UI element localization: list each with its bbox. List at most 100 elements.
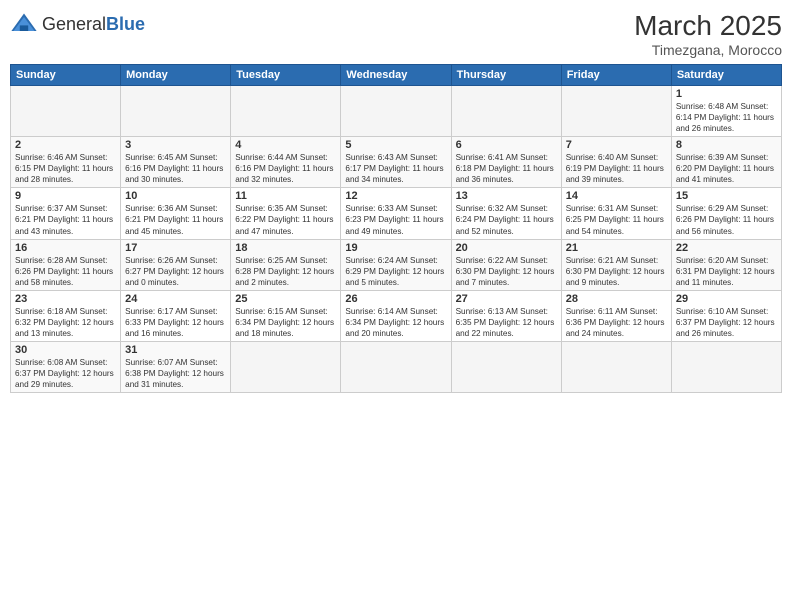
day-number: 24 — [125, 293, 226, 305]
day-info: Sunrise: 6:17 AM Sunset: 6:33 PM Dayligh… — [125, 306, 226, 339]
calendar-week-row: 2Sunrise: 6:46 AM Sunset: 6:15 PM Daylig… — [11, 137, 782, 188]
day-number: 14 — [566, 190, 667, 202]
calendar-cell: 3Sunrise: 6:45 AM Sunset: 6:16 PM Daylig… — [121, 137, 231, 188]
day-info: Sunrise: 6:29 AM Sunset: 6:26 PM Dayligh… — [676, 203, 777, 236]
day-info: Sunrise: 6:18 AM Sunset: 6:32 PM Dayligh… — [15, 306, 116, 339]
calendar-cell: 6Sunrise: 6:41 AM Sunset: 6:18 PM Daylig… — [451, 137, 561, 188]
day-number: 30 — [15, 344, 116, 356]
calendar-cell — [231, 86, 341, 137]
day-info: Sunrise: 6:32 AM Sunset: 6:24 PM Dayligh… — [456, 203, 557, 236]
calendar-cell: 11Sunrise: 6:35 AM Sunset: 6:22 PM Dayli… — [231, 188, 341, 239]
day-number: 26 — [345, 293, 446, 305]
header-wednesday: Wednesday — [341, 65, 451, 86]
day-number: 9 — [15, 190, 116, 202]
calendar-cell: 14Sunrise: 6:31 AM Sunset: 6:25 PM Dayli… — [561, 188, 671, 239]
subtitle: Timezgana, Morocco — [634, 42, 782, 58]
calendar-cell: 5Sunrise: 6:43 AM Sunset: 6:17 PM Daylig… — [341, 137, 451, 188]
calendar-week-row: 1Sunrise: 6:48 AM Sunset: 6:14 PM Daylig… — [11, 86, 782, 137]
header-saturday: Saturday — [671, 65, 781, 86]
calendar-cell: 31Sunrise: 6:07 AM Sunset: 6:38 PM Dayli… — [121, 341, 231, 392]
day-info: Sunrise: 6:13 AM Sunset: 6:35 PM Dayligh… — [456, 306, 557, 339]
weekday-header-row: Sunday Monday Tuesday Wednesday Thursday… — [11, 65, 782, 86]
calendar-cell: 22Sunrise: 6:20 AM Sunset: 6:31 PM Dayli… — [671, 239, 781, 290]
day-number: 15 — [676, 190, 777, 202]
day-info: Sunrise: 6:08 AM Sunset: 6:37 PM Dayligh… — [15, 357, 116, 390]
day-info: Sunrise: 6:14 AM Sunset: 6:34 PM Dayligh… — [345, 306, 446, 339]
header-monday: Monday — [121, 65, 231, 86]
calendar-week-row: 30Sunrise: 6:08 AM Sunset: 6:37 PM Dayli… — [11, 341, 782, 392]
day-info: Sunrise: 6:07 AM Sunset: 6:38 PM Dayligh… — [125, 357, 226, 390]
calendar-cell: 12Sunrise: 6:33 AM Sunset: 6:23 PM Dayli… — [341, 188, 451, 239]
day-number: 16 — [15, 242, 116, 254]
day-info: Sunrise: 6:21 AM Sunset: 6:30 PM Dayligh… — [566, 255, 667, 288]
calendar-cell — [121, 86, 231, 137]
header-friday: Friday — [561, 65, 671, 86]
calendar-cell: 17Sunrise: 6:26 AM Sunset: 6:27 PM Dayli… — [121, 239, 231, 290]
calendar-cell — [561, 341, 671, 392]
day-number: 29 — [676, 293, 777, 305]
day-number: 12 — [345, 190, 446, 202]
header-tuesday: Tuesday — [231, 65, 341, 86]
day-info: Sunrise: 6:10 AM Sunset: 6:37 PM Dayligh… — [676, 306, 777, 339]
day-info: Sunrise: 6:41 AM Sunset: 6:18 PM Dayligh… — [456, 152, 557, 185]
day-number: 27 — [456, 293, 557, 305]
calendar-week-row: 23Sunrise: 6:18 AM Sunset: 6:32 PM Dayli… — [11, 290, 782, 341]
day-number: 31 — [125, 344, 226, 356]
day-info: Sunrise: 6:45 AM Sunset: 6:16 PM Dayligh… — [125, 152, 226, 185]
day-info: Sunrise: 6:33 AM Sunset: 6:23 PM Dayligh… — [345, 203, 446, 236]
day-number: 2 — [15, 139, 116, 151]
calendar-cell: 24Sunrise: 6:17 AM Sunset: 6:33 PM Dayli… — [121, 290, 231, 341]
calendar-cell — [671, 341, 781, 392]
day-info: Sunrise: 6:28 AM Sunset: 6:26 PM Dayligh… — [15, 255, 116, 288]
day-info: Sunrise: 6:48 AM Sunset: 6:14 PM Dayligh… — [676, 101, 777, 134]
day-number: 6 — [456, 139, 557, 151]
day-number: 7 — [566, 139, 667, 151]
day-number: 22 — [676, 242, 777, 254]
calendar-cell: 21Sunrise: 6:21 AM Sunset: 6:30 PM Dayli… — [561, 239, 671, 290]
calendar-cell — [561, 86, 671, 137]
calendar-cell: 19Sunrise: 6:24 AM Sunset: 6:29 PM Dayli… — [341, 239, 451, 290]
day-number: 18 — [235, 242, 336, 254]
calendar-cell: 28Sunrise: 6:11 AM Sunset: 6:36 PM Dayli… — [561, 290, 671, 341]
day-info: Sunrise: 6:37 AM Sunset: 6:21 PM Dayligh… — [15, 203, 116, 236]
day-number: 19 — [345, 242, 446, 254]
day-info: Sunrise: 6:31 AM Sunset: 6:25 PM Dayligh… — [566, 203, 667, 236]
day-number: 8 — [676, 139, 777, 151]
day-info: Sunrise: 6:11 AM Sunset: 6:36 PM Dayligh… — [566, 306, 667, 339]
day-info: Sunrise: 6:44 AM Sunset: 6:16 PM Dayligh… — [235, 152, 336, 185]
day-number: 10 — [125, 190, 226, 202]
calendar-week-row: 9Sunrise: 6:37 AM Sunset: 6:21 PM Daylig… — [11, 188, 782, 239]
day-number: 17 — [125, 242, 226, 254]
calendar-cell: 7Sunrise: 6:40 AM Sunset: 6:19 PM Daylig… — [561, 137, 671, 188]
calendar-cell: 16Sunrise: 6:28 AM Sunset: 6:26 PM Dayli… — [11, 239, 121, 290]
calendar-cell — [341, 86, 451, 137]
header: GeneralBlue March 2025 Timezgana, Morocc… — [10, 10, 782, 58]
calendar-cell: 1Sunrise: 6:48 AM Sunset: 6:14 PM Daylig… — [671, 86, 781, 137]
calendar-table: Sunday Monday Tuesday Wednesday Thursday… — [10, 64, 782, 393]
header-thursday: Thursday — [451, 65, 561, 86]
calendar-cell: 13Sunrise: 6:32 AM Sunset: 6:24 PM Dayli… — [451, 188, 561, 239]
logo-text: GeneralBlue — [42, 14, 145, 35]
logo-icon — [10, 10, 38, 38]
calendar-cell: 18Sunrise: 6:25 AM Sunset: 6:28 PM Dayli… — [231, 239, 341, 290]
day-number: 3 — [125, 139, 226, 151]
calendar-cell — [11, 86, 121, 137]
day-number: 23 — [15, 293, 116, 305]
calendar-week-row: 16Sunrise: 6:28 AM Sunset: 6:26 PM Dayli… — [11, 239, 782, 290]
day-info: Sunrise: 6:20 AM Sunset: 6:31 PM Dayligh… — [676, 255, 777, 288]
calendar-cell — [451, 86, 561, 137]
day-number: 4 — [235, 139, 336, 151]
calendar-cell: 15Sunrise: 6:29 AM Sunset: 6:26 PM Dayli… — [671, 188, 781, 239]
calendar-cell: 20Sunrise: 6:22 AM Sunset: 6:30 PM Dayli… — [451, 239, 561, 290]
day-info: Sunrise: 6:39 AM Sunset: 6:20 PM Dayligh… — [676, 152, 777, 185]
logo: GeneralBlue — [10, 10, 145, 38]
day-number: 5 — [345, 139, 446, 151]
calendar-cell: 27Sunrise: 6:13 AM Sunset: 6:35 PM Dayli… — [451, 290, 561, 341]
calendar-cell: 2Sunrise: 6:46 AM Sunset: 6:15 PM Daylig… — [11, 137, 121, 188]
calendar-cell: 29Sunrise: 6:10 AM Sunset: 6:37 PM Dayli… — [671, 290, 781, 341]
calendar-cell — [341, 341, 451, 392]
calendar-cell: 25Sunrise: 6:15 AM Sunset: 6:34 PM Dayli… — [231, 290, 341, 341]
calendar-cell: 26Sunrise: 6:14 AM Sunset: 6:34 PM Dayli… — [341, 290, 451, 341]
page: GeneralBlue March 2025 Timezgana, Morocc… — [0, 0, 792, 612]
calendar-cell: 9Sunrise: 6:37 AM Sunset: 6:21 PM Daylig… — [11, 188, 121, 239]
